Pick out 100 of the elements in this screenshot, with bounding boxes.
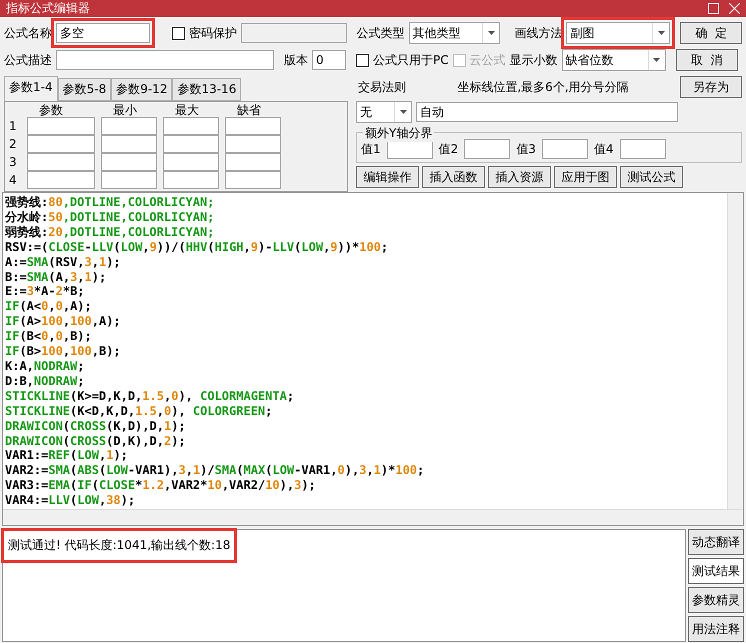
checkbox[interactable] xyxy=(356,54,369,66)
dropdown-caret-icon xyxy=(488,31,495,35)
dropdown-caret-icon xyxy=(658,31,665,35)
window-title: 指标公式编辑器 xyxy=(6,0,90,17)
action-button[interactable]: 插入资源 xyxy=(488,166,551,188)
code-line: 强势线:80,DOTLINE,COLORLICYAN; xyxy=(5,195,216,210)
param-input[interactable] xyxy=(27,117,95,135)
param-input[interactable] xyxy=(163,117,219,135)
param-input[interactable] xyxy=(163,135,219,153)
code-line: B:=SMA(A,3,1); xyxy=(5,270,108,284)
field-label: 交易法则 xyxy=(358,78,406,96)
code-line: VAR1:=REF(LOW,1); xyxy=(5,448,129,464)
checkbox-label: 公式只用于PC xyxy=(373,52,449,68)
param-input[interactable] xyxy=(163,171,219,189)
code-line: IF(B<0,0,B); xyxy=(5,329,93,344)
maximize-icon[interactable] xyxy=(708,3,719,14)
param-tab[interactable]: 参数5-8 xyxy=(58,78,112,101)
code-line: STICKLINE(K>=D,K,D,1.5,0), COLORMAGENTA; xyxy=(5,388,296,404)
field-label: 值2 xyxy=(438,140,458,158)
action-button[interactable]: 插入函数 xyxy=(422,166,485,188)
description-input[interactable] xyxy=(56,50,274,70)
trade-rule-select[interactable]: 无 xyxy=(356,101,412,123)
code-line: E:=3*A-2*B; xyxy=(5,284,86,300)
code-line: STICKLINE(K<D,K,D,1.5,0), COLORGREEN; xyxy=(5,404,274,419)
field-label: 显示小数 xyxy=(510,52,558,68)
output-tab[interactable]: 测试结果 xyxy=(688,558,744,584)
code-line: K:A,NODRAW; xyxy=(5,358,86,374)
param-input[interactable] xyxy=(101,135,157,153)
param-input[interactable] xyxy=(27,171,95,189)
field-label: 坐标线位置,最多6个,用分号分隔 xyxy=(457,78,629,96)
row-number: 2 xyxy=(9,136,18,153)
field-label: 值4 xyxy=(594,140,614,158)
code-line: VAR3:=EMA(IF(CLOSE*1.2,VAR2*10,VAR2/10),3); xyxy=(5,478,317,494)
value-input[interactable] xyxy=(464,139,510,159)
checkbox-label: 密码保护 xyxy=(188,24,237,42)
row-number: 1 xyxy=(9,118,18,135)
param-input[interactable] xyxy=(225,171,281,189)
save-as-button[interactable]: 另存为 xyxy=(680,76,742,98)
column-header: 最大 xyxy=(174,104,200,117)
field-label: 公式描述 xyxy=(4,52,52,68)
code-line: IF(B>100,100,B); xyxy=(5,344,122,359)
cancel-button[interactable]: 取 消 xyxy=(676,49,738,71)
code-line: D:B,NODRAW; xyxy=(5,374,86,389)
code-line: DRAWICON(CROSS(K,D),D,1); xyxy=(5,418,187,434)
type-select[interactable]: 其他类型 xyxy=(408,22,500,44)
param-tab[interactable]: 参数13-16 xyxy=(172,78,242,101)
group-title: 额外Y轴分界 xyxy=(363,125,434,142)
output-tab[interactable]: 用法注释 xyxy=(688,616,744,642)
field-label: 值1 xyxy=(361,140,381,158)
version-input[interactable]: 0 xyxy=(312,50,346,70)
param-input[interactable] xyxy=(27,135,95,153)
checkbox[interactable] xyxy=(172,26,185,40)
param-input[interactable] xyxy=(163,153,219,171)
confirm-button[interactable]: 确 定 xyxy=(680,22,742,44)
param-input[interactable] xyxy=(225,135,281,153)
code-line: RSV:=(CLOSE-LLV(LOW,9))/(HHV(HIGH,9)-LLV(LOW,9))*100; xyxy=(5,240,390,255)
code-line: A:=SMA(RSV,3,1); xyxy=(5,254,122,270)
param-input[interactable] xyxy=(225,117,281,135)
column-header: 缺省 xyxy=(236,104,262,117)
param-input[interactable] xyxy=(101,117,157,135)
dropdown-caret-icon xyxy=(400,110,406,114)
code-line: 分水岭:50,DOTLINE,COLORLICYAN; xyxy=(5,210,216,225)
param-tab[interactable]: 参数1-4 xyxy=(4,76,58,101)
vertical-scrollbar[interactable] xyxy=(727,193,743,509)
param-input[interactable] xyxy=(225,153,281,171)
code-line: 弱势线:20,DOTLINE,COLORLICYAN; xyxy=(5,224,216,240)
param-input[interactable] xyxy=(101,153,157,171)
horizontal-scrollbar[interactable] xyxy=(3,509,743,525)
column-header: 最小 xyxy=(112,104,138,117)
output-tab[interactable]: 动态翻译 xyxy=(688,529,744,555)
dropdown-caret-icon xyxy=(653,58,660,62)
column-header: 参数 xyxy=(38,104,64,117)
field-label: 值3 xyxy=(516,140,536,158)
draw-method-select[interactable]: 副图 xyxy=(566,22,670,44)
password-input[interactable] xyxy=(240,23,347,43)
param-tab[interactable]: 参数9-12 xyxy=(111,78,172,101)
name-input[interactable]: 多空 xyxy=(56,23,150,43)
code-line: IF(A>100,100,A); xyxy=(5,314,122,330)
output-message: 测试通过! 代码长度:1041,输出线个数:18 xyxy=(8,537,230,554)
code-line: IF(A<0,0,A); xyxy=(5,299,93,314)
action-button[interactable]: 测试公式 xyxy=(620,166,683,188)
axis-lines-input[interactable]: 自动 xyxy=(416,102,678,122)
action-button[interactable]: 编辑操作 xyxy=(356,166,419,188)
code-editor[interactable] xyxy=(2,192,744,526)
code-line: VAR2:=SMA(ABS(LOW-VAR1),3,1)/SMA(MAX(LOW-VAR1,0),3,1)*100; xyxy=(5,463,426,478)
row-number: 4 xyxy=(9,172,18,189)
param-input[interactable] xyxy=(27,153,95,171)
code-line: DRAWICON(CROSS(D,K),D,2); xyxy=(5,434,187,448)
field-label: 公式类型 xyxy=(356,24,405,42)
value-input[interactable] xyxy=(620,139,666,159)
param-input[interactable] xyxy=(101,171,157,189)
field-label: 版本 xyxy=(284,52,308,68)
code-line: VAR4:=LLV(LOW,38); xyxy=(5,493,136,508)
output-tab[interactable]: 参数精灵 xyxy=(688,587,744,613)
checkbox-label: 云公式 xyxy=(470,52,506,68)
field-label: 公式名称 xyxy=(4,24,52,42)
action-button[interactable]: 应用于图 xyxy=(554,166,617,188)
decimals-select[interactable]: 缺省位数 xyxy=(562,49,666,71)
close-icon[interactable] xyxy=(729,3,740,14)
value-input[interactable] xyxy=(542,139,588,159)
